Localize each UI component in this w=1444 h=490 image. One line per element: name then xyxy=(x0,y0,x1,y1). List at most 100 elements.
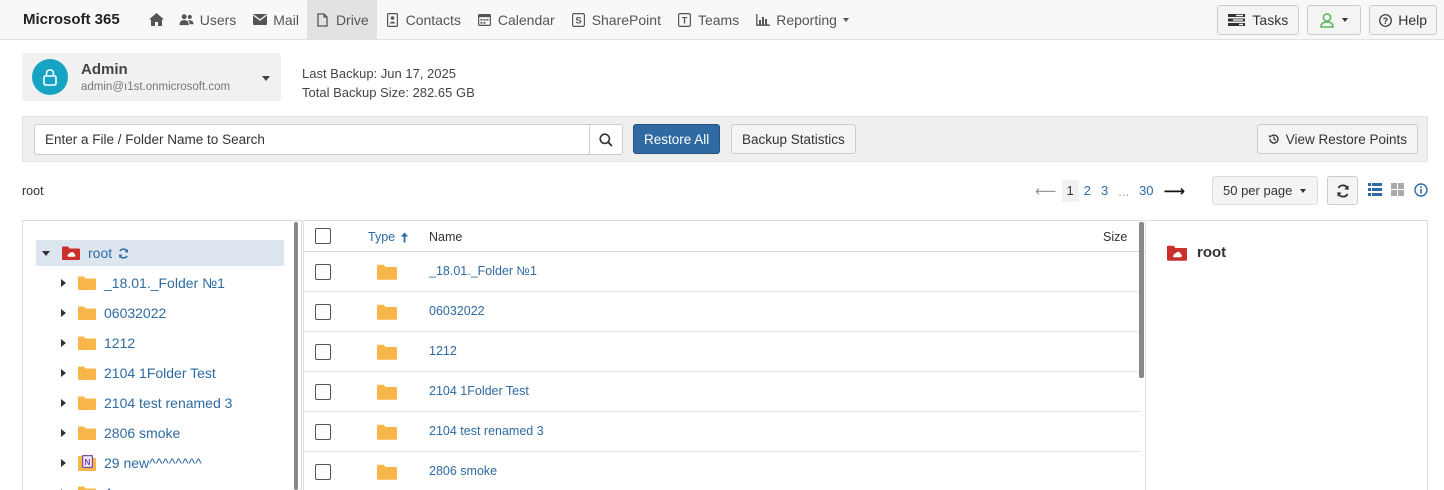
details-panel: root xyxy=(1147,220,1428,490)
row-name[interactable]: 2806 smoke xyxy=(429,464,497,478)
folder-icon xyxy=(78,366,96,380)
row-name[interactable]: 06032022 xyxy=(429,304,485,318)
expand-icon[interactable] xyxy=(61,399,66,407)
search-input[interactable] xyxy=(35,125,590,154)
help-button[interactable]: ? Help xyxy=(1369,5,1437,35)
nav-teams[interactable]: T Teams xyxy=(669,0,747,40)
svg-text:S: S xyxy=(575,15,581,26)
onenote-icon: N xyxy=(78,455,96,471)
nav-calendar[interactable]: Calendar xyxy=(469,0,563,40)
nav-reporting[interactable]: Reporting xyxy=(747,0,857,40)
tree-item[interactable]: N 29 new^^^^^^^^ xyxy=(61,451,202,475)
details-title: root xyxy=(1197,244,1227,261)
tasks-button[interactable]: Tasks xyxy=(1217,5,1300,35)
nav-drive[interactable]: Drive xyxy=(306,0,377,40)
avatar xyxy=(32,59,68,95)
total-size-value: 282.65 GB xyxy=(412,85,475,100)
expand-icon[interactable] xyxy=(61,369,66,377)
tree-item[interactable]: 2104 1Folder Test xyxy=(61,361,216,385)
select-all-checkbox[interactable] xyxy=(315,228,331,244)
row-name[interactable]: 1212 xyxy=(429,344,457,358)
tree-item-label: _18.01._Folder №1 xyxy=(104,275,225,291)
user-menu-button[interactable] xyxy=(1307,5,1362,35)
folder-icon xyxy=(78,486,96,490)
sharepoint-icon: S xyxy=(571,12,586,27)
row-checkbox[interactable] xyxy=(315,304,331,320)
prev-page-icon[interactable]: ⟵ xyxy=(1030,182,1062,200)
total-size-label: Total Backup Size: xyxy=(302,85,409,100)
grid-view-icon[interactable] xyxy=(1391,183,1405,197)
tree-item-label: 2806 smoke xyxy=(104,425,181,441)
restore-all-button[interactable]: Restore All xyxy=(633,124,721,154)
table-row[interactable]: 2806 smoke xyxy=(304,452,1140,490)
tree-item[interactable]: 2104 test renamed 3 xyxy=(61,391,232,415)
page-2[interactable]: 2 xyxy=(1079,180,1096,202)
history-icon xyxy=(1268,133,1280,145)
expand-icon[interactable] xyxy=(61,309,66,317)
chevron-down-icon xyxy=(842,17,849,22)
last-backup-label: Last Backup: xyxy=(302,66,378,81)
type-column-header[interactable]: Type xyxy=(368,230,409,244)
row-checkbox[interactable] xyxy=(315,424,331,440)
nav-contacts[interactable]: Contacts xyxy=(377,0,469,40)
nav-users[interactable]: Users xyxy=(171,0,245,40)
home-button[interactable] xyxy=(138,0,171,40)
folder-icon xyxy=(377,424,397,443)
tree-item-label: 29 new^^^^^^^^ xyxy=(104,455,202,471)
backup-info: Last Backup: Jun 17, 2025 Total Backup S… xyxy=(302,64,475,102)
next-page-icon[interactable]: ⟶ xyxy=(1159,182,1191,200)
tree-item[interactable]: 1212 xyxy=(61,331,135,355)
account-selector[interactable]: Admin admin@ı1st.onmicrosoft.com xyxy=(22,53,281,101)
per-page-select[interactable]: 50 per page xyxy=(1212,176,1318,205)
table-scrollbar[interactable] xyxy=(1139,222,1144,378)
chevron-down-icon xyxy=(1342,18,1349,22)
row-name[interactable]: _18.01._Folder №1 xyxy=(429,264,537,278)
nav-mail[interactable]: Mail xyxy=(244,0,307,40)
nav-sharepoint[interactable]: S SharePoint xyxy=(563,0,669,40)
tree-item[interactable]: 06032022 xyxy=(61,301,166,325)
tree-item[interactable]: 4 xyxy=(61,481,112,490)
page-last[interactable]: 30 xyxy=(1134,180,1158,202)
search-button[interactable] xyxy=(589,125,622,154)
table-header: Type Name Size xyxy=(304,221,1145,252)
table-row[interactable]: 2104 1Folder Test xyxy=(304,372,1140,412)
nav-mail-label: Mail xyxy=(273,11,299,28)
expand-icon[interactable] xyxy=(61,339,66,347)
row-checkbox[interactable] xyxy=(315,384,331,400)
app-title[interactable]: Microsoft 365 xyxy=(0,0,138,40)
row-checkbox[interactable] xyxy=(315,264,331,280)
tree-root[interactable]: root xyxy=(36,240,284,266)
expand-icon[interactable] xyxy=(61,459,66,467)
table-row[interactable]: 06032022 xyxy=(304,292,1140,332)
row-checkbox[interactable] xyxy=(315,464,331,480)
table-row[interactable]: _18.01._Folder №1 xyxy=(304,252,1140,292)
row-name[interactable]: 2104 test renamed 3 xyxy=(429,424,544,438)
nav-contacts-label: Contacts xyxy=(405,11,461,28)
row-name[interactable]: 2104 1Folder Test xyxy=(429,384,529,398)
tree-item-label: 06032022 xyxy=(104,305,167,321)
table-row[interactable]: 1212 xyxy=(304,332,1140,372)
info-icon[interactable] xyxy=(1414,183,1428,197)
tree-item-label: 2104 test renamed 3 xyxy=(104,395,233,411)
list-view-icon[interactable] xyxy=(1368,183,1382,197)
tree-item[interactable]: 2806 smoke xyxy=(61,421,180,445)
table-row[interactable]: 2104 test renamed 3 xyxy=(304,412,1140,452)
expand-icon[interactable] xyxy=(61,279,66,287)
view-restore-points-label: View Restore Points xyxy=(1285,131,1407,147)
tree-scrollbar[interactable] xyxy=(294,222,298,490)
page-3[interactable]: 3 xyxy=(1096,180,1113,202)
sync-icon[interactable] xyxy=(118,247,129,259)
size-column-header[interactable]: Size xyxy=(1103,230,1127,244)
expand-icon[interactable] xyxy=(61,429,66,437)
page-1[interactable]: 1 xyxy=(1061,180,1079,202)
row-checkbox[interactable] xyxy=(315,344,331,360)
refresh-button[interactable] xyxy=(1327,176,1358,205)
nav-sharepoint-label: SharePoint xyxy=(591,11,661,28)
backup-statistics-button[interactable]: Backup Statistics xyxy=(731,124,856,154)
chevron-down-icon xyxy=(262,76,270,81)
collapse-icon[interactable] xyxy=(42,250,50,256)
view-restore-points-button[interactable]: View Restore Points xyxy=(1256,124,1418,154)
calendar-icon xyxy=(477,13,492,27)
name-column-header[interactable]: Name xyxy=(429,230,462,244)
tree-item[interactable]: _18.01._Folder №1 xyxy=(61,271,225,295)
